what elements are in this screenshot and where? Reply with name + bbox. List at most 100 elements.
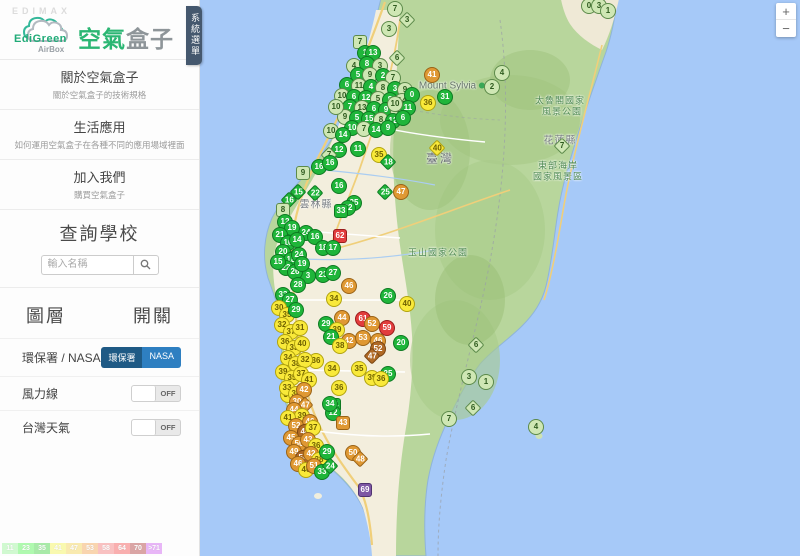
aqi-marker[interactable]: 40 (294, 336, 310, 352)
aqi-marker[interactable]: 14 (289, 232, 305, 248)
aqi-marker-value: 15 (293, 187, 303, 196)
legend-cell: 35 (34, 543, 50, 554)
map-canvas[interactable]: Mount Sylvia臺灣雲林縣玉山國家公園太魯閣國家風景公園花蓮縣東部海岸國… (200, 0, 800, 556)
aqi-marker-value: 16 (334, 181, 344, 190)
aqi-marker[interactable]: 6 (395, 110, 411, 126)
aqi-marker[interactable]: 33 (334, 204, 348, 218)
aqi-marker-value: 7 (446, 414, 452, 423)
aqi-marker-value: 3 (305, 271, 311, 280)
search-button[interactable] (132, 254, 159, 275)
aqi-marker[interactable]: 36 (331, 380, 347, 396)
aqi-marker-value: 7 (361, 124, 367, 133)
aqi-marker[interactable]: 14 (335, 127, 351, 143)
aqi-marker[interactable]: 47 (393, 184, 409, 200)
aqi-marker[interactable]: 7 (441, 411, 457, 427)
aqi-marker-value: 47 (367, 351, 377, 360)
aqi-marker[interactable]: 27 (325, 265, 341, 281)
aqi-marker-value: 15 (273, 257, 283, 266)
aqi-marker[interactable]: 9 (296, 166, 310, 180)
aqi-marker[interactable]: 10 (387, 96, 403, 112)
nasa-layer-button[interactable]: NASA (142, 346, 181, 368)
legend-cell: 58 (98, 543, 114, 554)
aqi-marker[interactable]: 31 (292, 320, 308, 336)
menu-item-applications[interactable]: 生活應用 如何運用空氣盒子在各種不同的應用場域裡面 (0, 110, 199, 160)
aqi-marker[interactable]: 36 (373, 371, 389, 387)
aqi-marker-value: 52 (367, 319, 377, 328)
legend-cell: >71 (146, 543, 162, 554)
aqi-marker[interactable]: 26 (380, 288, 396, 304)
legend-cell: 64 (114, 543, 130, 554)
aqi-marker-value: 43 (338, 418, 348, 427)
menu-item-about[interactable]: 關於空氣盒子 關於空氣盒子的技術規格 (0, 60, 199, 110)
legend-cell: 70 (130, 543, 146, 554)
layer-label: 台灣天氣 (22, 420, 71, 435)
aqi-marker-value: 44 (337, 313, 347, 322)
aqi-marker[interactable]: 11 (350, 141, 366, 157)
zoom-in-button[interactable]: + (776, 3, 796, 20)
airbox-app: EDIMAX EdiGreen AirBox 空氣盒子 關於空氣盒子 關於空氣盒… (0, 0, 800, 556)
aqi-marker[interactable]: 46 (341, 278, 357, 294)
epa-layer-button[interactable]: 環保署 (101, 346, 143, 368)
aqi-marker-value: 27 (328, 268, 338, 277)
layer-label: 環保署 / NASA (22, 350, 101, 365)
aqi-marker-value: 34 (327, 364, 337, 373)
aqi-marker[interactable]: 2 (484, 79, 500, 95)
aqi-marker[interactable]: 34 (326, 291, 342, 307)
aqi-marker-value: 40 (402, 299, 412, 308)
aqi-marker[interactable]: 4 (528, 419, 544, 435)
aqi-marker[interactable]: 40 (399, 296, 415, 312)
aqi-marker[interactable]: 29 (319, 444, 335, 460)
aqi-marker-value: 22 (310, 188, 320, 197)
menu-item-title: 關於空氣盒子 (60, 70, 139, 85)
aqi-marker[interactable]: 53 (355, 330, 371, 346)
aqi-marker[interactable]: 36 (420, 95, 436, 111)
school-search-input[interactable] (40, 254, 133, 275)
aqi-marker[interactable]: 28 (290, 277, 306, 293)
aqi-marker[interactable]: 52 (364, 316, 380, 332)
aqi-marker-value: 3 (466, 372, 472, 381)
aqi-marker[interactable]: 29 (288, 302, 304, 318)
aqi-marker-value: 10 (390, 99, 400, 108)
aqi-marker[interactable]: 43 (336, 416, 350, 430)
aqi-marker[interactable]: 34 (324, 361, 340, 377)
aqi-marker[interactable]: 34 (322, 396, 338, 412)
brand-header: EdiGreen AirBox 空氣盒子 (0, 0, 199, 60)
aqi-marker[interactable]: 9 (380, 120, 396, 136)
aqi-marker[interactable]: 41 (424, 67, 440, 83)
aqi-marker-value: 6 (394, 52, 400, 62)
aqi-marker[interactable]: 15 (270, 254, 286, 270)
aqi-marker[interactable]: 10 (328, 99, 344, 115)
aqi-marker[interactable]: 20 (393, 335, 409, 351)
aqi-marker[interactable]: 1 (600, 3, 616, 19)
aqi-marker-value: 7 (559, 140, 565, 150)
aqi-marker-value: 9 (300, 168, 306, 177)
aqi-marker[interactable]: 19 (294, 256, 310, 272)
toggle-knob (132, 419, 156, 435)
aqi-marker-value: 36 (423, 98, 433, 107)
zoom-out-button[interactable]: − (776, 20, 796, 37)
aqi-marker[interactable]: 4 (494, 65, 510, 81)
aqi-marker[interactable]: 7 (387, 1, 403, 17)
menu-item-join[interactable]: 加入我們 購買空氣盒子 (0, 160, 199, 210)
legend-cell: 47 (66, 543, 82, 554)
aqi-marker[interactable]: 3 (461, 369, 477, 385)
aqi-marker[interactable]: 16 (331, 178, 347, 194)
aqi-marker[interactable]: 16 (322, 155, 338, 171)
aqi-marker[interactable]: 1 (478, 374, 494, 390)
aqi-marker[interactable]: 38 (332, 338, 348, 354)
brand-sub: AirBox (38, 45, 65, 54)
aqi-marker[interactable]: 69 (358, 483, 372, 497)
weather-layer-toggle[interactable]: OFF (131, 418, 181, 436)
aqi-marker-value: 0 (409, 90, 415, 99)
aqi-marker-value: 4 (533, 422, 539, 431)
wind-layer-toggle[interactable]: OFF (131, 384, 181, 402)
aqi-marker[interactable]: 31 (437, 89, 453, 105)
toggle-state: OFF (160, 422, 176, 432)
aqi-marker-value: 4 (499, 68, 505, 77)
aqi-marker-value: 37 (308, 423, 318, 432)
layers-header: 圖層 (26, 305, 66, 326)
aqi-marker[interactable]: 17 (325, 240, 341, 256)
aqi-marker-value: 3 (404, 14, 410, 24)
system-menu-tab[interactable]: 系統選單 (186, 6, 202, 65)
aqi-marker[interactable]: 3 (381, 21, 397, 37)
